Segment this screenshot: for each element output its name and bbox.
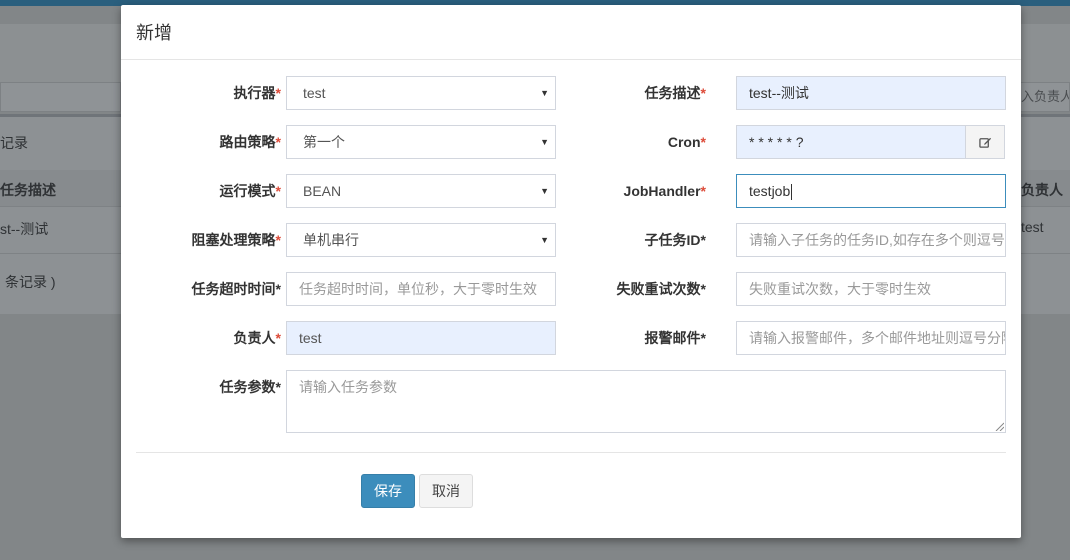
executor-label: 执行器* [233, 85, 281, 101]
background-section-title: 记录 [0, 135, 28, 151]
params-textarea[interactable]: 请输入任务参数 [286, 370, 1006, 433]
resize-handle-icon[interactable] [994, 421, 1004, 431]
params-label: 任务参数* [219, 379, 281, 395]
alarm-email-label: 报警邮件* [644, 330, 706, 346]
owner-label: 负责人* [233, 330, 281, 346]
retry-count-input[interactable]: 失败重试次数，大于零时生效 [736, 272, 1006, 306]
retry-count-label: 失败重试次数* [616, 281, 706, 297]
run-mode-select[interactable]: BEAN ▼ [286, 174, 556, 208]
form-divider [136, 452, 1006, 453]
modal-header: 新增 [121, 5, 1021, 60]
owner-input[interactable]: test [286, 321, 556, 355]
cron-input[interactable]: * * * * * ? [736, 125, 966, 159]
edit-icon [978, 137, 991, 148]
text-cursor [791, 184, 793, 201]
job-desc-label: 任务描述* [644, 85, 706, 101]
block-strategy-label: 阻塞处理策略* [191, 232, 281, 248]
save-button[interactable]: 保存 [361, 474, 415, 508]
cron-edit-button[interactable] [965, 125, 1005, 159]
timeout-input[interactable]: 任务超时时间，单位秒，大于零时生效 [286, 272, 556, 306]
job-handler-label: JobHandler* [623, 183, 706, 199]
cancel-button[interactable]: 取消 [419, 474, 473, 508]
add-job-modal: 新增 执行器* test ▼ 路由策略* 第一个 ▼ 运行模式* BEAN ▼ 阻塞处… [121, 5, 1021, 538]
job-desc-input[interactable]: test--测试 [736, 76, 1006, 110]
background-col-desc: 任务描述 [0, 182, 56, 198]
timeout-label: 任务超时时间* [191, 281, 281, 297]
route-strategy-label: 路由策略* [219, 134, 281, 150]
background-col-owner: 负责人 [1021, 182, 1063, 198]
cron-label: Cron* [667, 134, 706, 150]
modal-title: 新增 [136, 23, 172, 43]
route-strategy-select[interactable]: 第一个 ▼ [286, 125, 556, 159]
job-handler-input[interactable]: testjob [736, 174, 1006, 208]
executor-select[interactable]: test ▼ [286, 76, 556, 110]
run-mode-label: 运行模式* [219, 183, 281, 199]
child-job-id-label: 子任务ID* [644, 232, 706, 248]
background-footer-info: 条记录 ) [5, 274, 56, 290]
alarm-email-input[interactable]: 请输入报警邮件，多个邮件地址则逗号分隔 [736, 321, 1006, 355]
background-row-desc: st--测试 [0, 221, 49, 237]
child-job-id-input[interactable]: 请输入子任务的任务ID,如存在多个则逗号分隔 [736, 223, 1006, 257]
background-row-owner: test [1021, 219, 1044, 235]
block-strategy-select[interactable]: 单机串行 ▼ [286, 223, 556, 257]
background-owner-search: 入负责人 [1020, 82, 1070, 112]
background-search-left [0, 82, 121, 112]
